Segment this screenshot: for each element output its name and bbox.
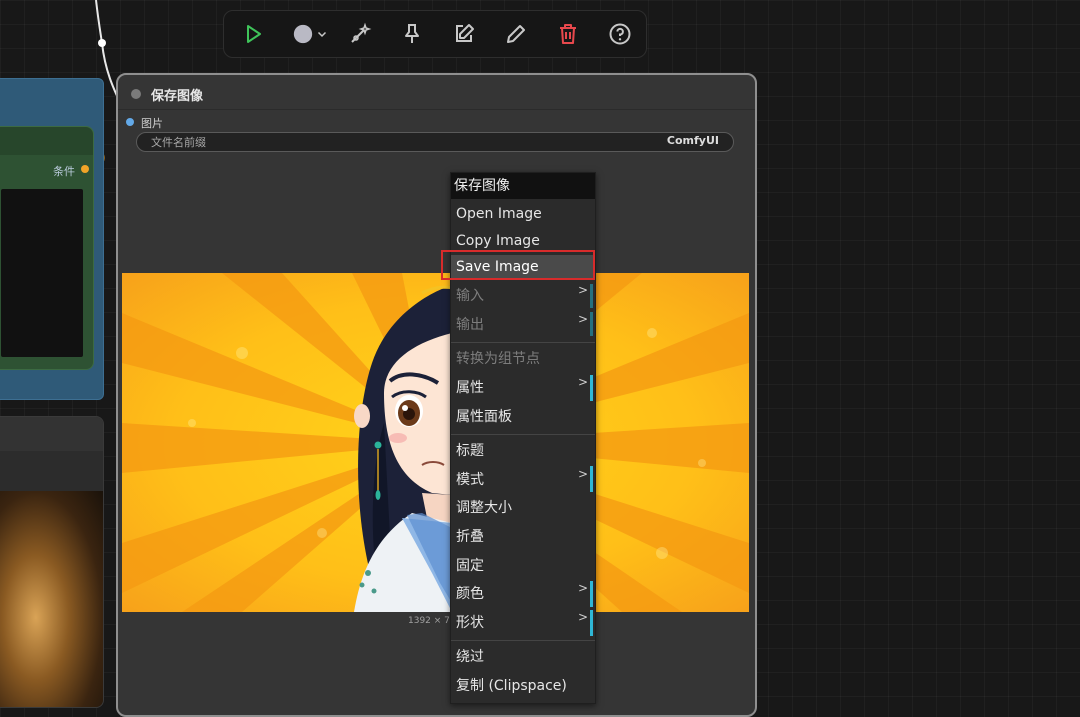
submenu-arrow: > <box>578 375 589 389</box>
help-icon <box>609 23 631 45</box>
node-header <box>0 417 103 451</box>
menu-item-resize[interactable]: 调整大小 <box>456 496 512 520</box>
menu-item-pin[interactable]: 固定 <box>456 554 484 578</box>
menu-item-outputs[interactable]: 输出 <box>456 313 484 337</box>
conditioning-node[interactable]: 条件 <box>0 126 94 370</box>
delete-button[interactable] <box>545 11 591 57</box>
image-dimensions: 1392 × 7 <box>408 616 450 626</box>
widget-label: 文件名前缀 <box>151 136 206 149</box>
play-icon <box>247 25 261 43</box>
text-area[interactable] <box>1 189 83 357</box>
bypass-wand-icon <box>351 22 372 43</box>
help-button[interactable] <box>597 11 643 57</box>
pin-button[interactable] <box>389 11 435 57</box>
image-preview <box>0 491 103 707</box>
image-preview[interactable] <box>122 273 749 612</box>
submenu-indicator <box>590 610 593 636</box>
save-image-node[interactable]: 保存图像 图片 文件名前缀 ComfyUI 1392 × 7 <box>116 73 757 717</box>
color-button[interactable] <box>284 11 336 57</box>
node-title-bar[interactable] <box>118 75 755 110</box>
submenu-indicator <box>590 375 593 401</box>
submenu-arrow: > <box>578 610 589 624</box>
collapse-dot[interactable] <box>131 89 141 99</box>
node-header <box>0 127 93 155</box>
submenu-indicator <box>590 312 593 336</box>
menu-separator <box>451 434 595 435</box>
submenu-indicator <box>590 284 593 308</box>
menu-item-shapes[interactable]: 形状 <box>456 611 484 635</box>
menu-item-collapse[interactable]: 折叠 <box>456 525 484 549</box>
illustration-image <box>122 273 749 612</box>
menu-item-mode[interactable]: 模式 <box>456 468 484 492</box>
input-label: 图片 <box>141 117 163 130</box>
submenu-indicator <box>590 581 593 607</box>
submenu-arrow: > <box>578 581 589 595</box>
image-node[interactable] <box>0 416 104 708</box>
menu-item-title[interactable]: 标题 <box>456 439 484 463</box>
context-menu-title: 保存图像 <box>451 173 595 199</box>
selection-toolbar <box>223 10 647 58</box>
submenu-arrow: > <box>578 312 589 326</box>
menu-item-copy-clipspace[interactable]: 复制 (Clipspace) <box>456 674 567 698</box>
submenu-arrow: > <box>578 283 589 297</box>
bypass-button[interactable] <box>337 11 383 57</box>
input-slot[interactable] <box>126 118 134 126</box>
submenu-arrow: > <box>578 467 589 481</box>
pin-icon <box>405 24 419 43</box>
highlight-annotation-box <box>441 250 595 280</box>
menu-item-convert-group-node[interactable]: 转换为组节点 <box>456 347 540 371</box>
edit-note-icon <box>456 24 474 42</box>
output-label: 条件 <box>53 165 75 178</box>
menu-separator <box>451 640 595 641</box>
menu-item-properties[interactable]: 属性 <box>456 376 484 400</box>
filename-prefix-widget[interactable]: 文件名前缀 ComfyUI <box>136 132 734 152</box>
trash-icon <box>560 24 576 44</box>
menu-item-colors[interactable]: 颜色 <box>456 582 484 606</box>
submenu-indicator <box>590 466 593 492</box>
node-title: 保存图像 <box>151 89 204 104</box>
menu-item-bypass[interactable]: 绕过 <box>456 645 484 669</box>
menu-item-properties-panel[interactable]: 属性面板 <box>456 405 512 429</box>
run-button[interactable] <box>230 11 276 57</box>
menu-item-open-image[interactable]: Open Image <box>456 202 542 226</box>
output-slot[interactable] <box>81 165 89 173</box>
color-circle-icon <box>293 24 313 44</box>
widget-value: ComfyUI <box>666 134 719 147</box>
menu-separator <box>451 342 595 343</box>
rename-button[interactable] <box>493 11 539 57</box>
pencil-icon <box>507 25 525 43</box>
chevron-down-icon <box>317 31 327 38</box>
menu-item-inputs[interactable]: 输入 <box>456 284 484 308</box>
edit-button[interactable] <box>441 11 487 57</box>
